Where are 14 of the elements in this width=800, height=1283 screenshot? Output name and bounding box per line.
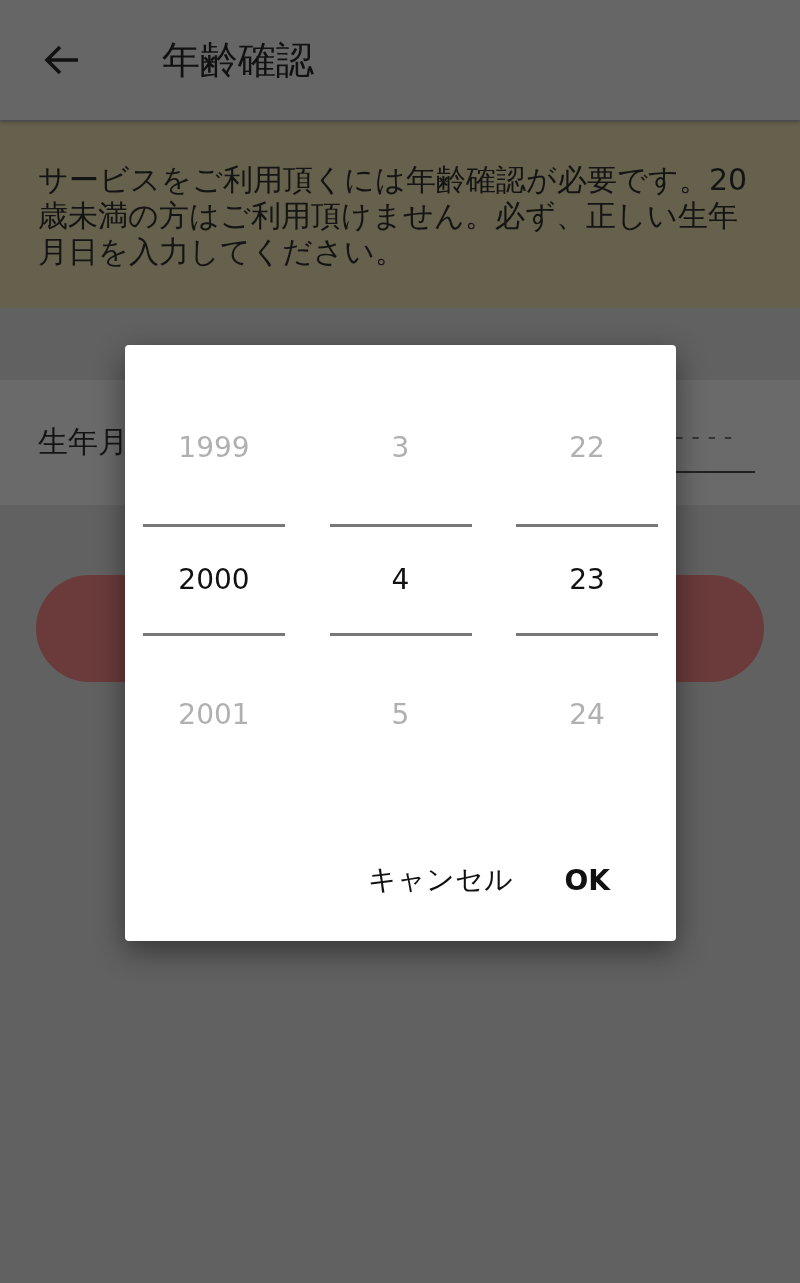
picker-item[interactable]: 24 bbox=[516, 682, 658, 748]
ok-button[interactable]: OK bbox=[558, 852, 616, 908]
cancel-button[interactable]: キャンセル bbox=[361, 852, 519, 908]
picker-item[interactable]: 1999 bbox=[143, 415, 285, 481]
picker-item[interactable]: 2001 bbox=[143, 682, 285, 748]
screen-title: 年齢確認 bbox=[162, 36, 314, 84]
picker-item[interactable]: 3 bbox=[329, 415, 472, 481]
notice-text: サービスをご利用頂くには年齢確認が必要です。20歳未満の方はご利用頂けません。必ず、正しい生年月日を入力してください。 bbox=[38, 162, 749, 270]
picker-item[interactable]: 2000 bbox=[143, 547, 285, 613]
picker-item[interactable]: 5 bbox=[329, 682, 472, 748]
picker-item[interactable]: 4 bbox=[329, 547, 472, 613]
picker-item[interactable]: 23 bbox=[516, 547, 658, 613]
field-label: 生年月 bbox=[38, 423, 128, 461]
picker-item[interactable]: 22 bbox=[516, 415, 658, 481]
